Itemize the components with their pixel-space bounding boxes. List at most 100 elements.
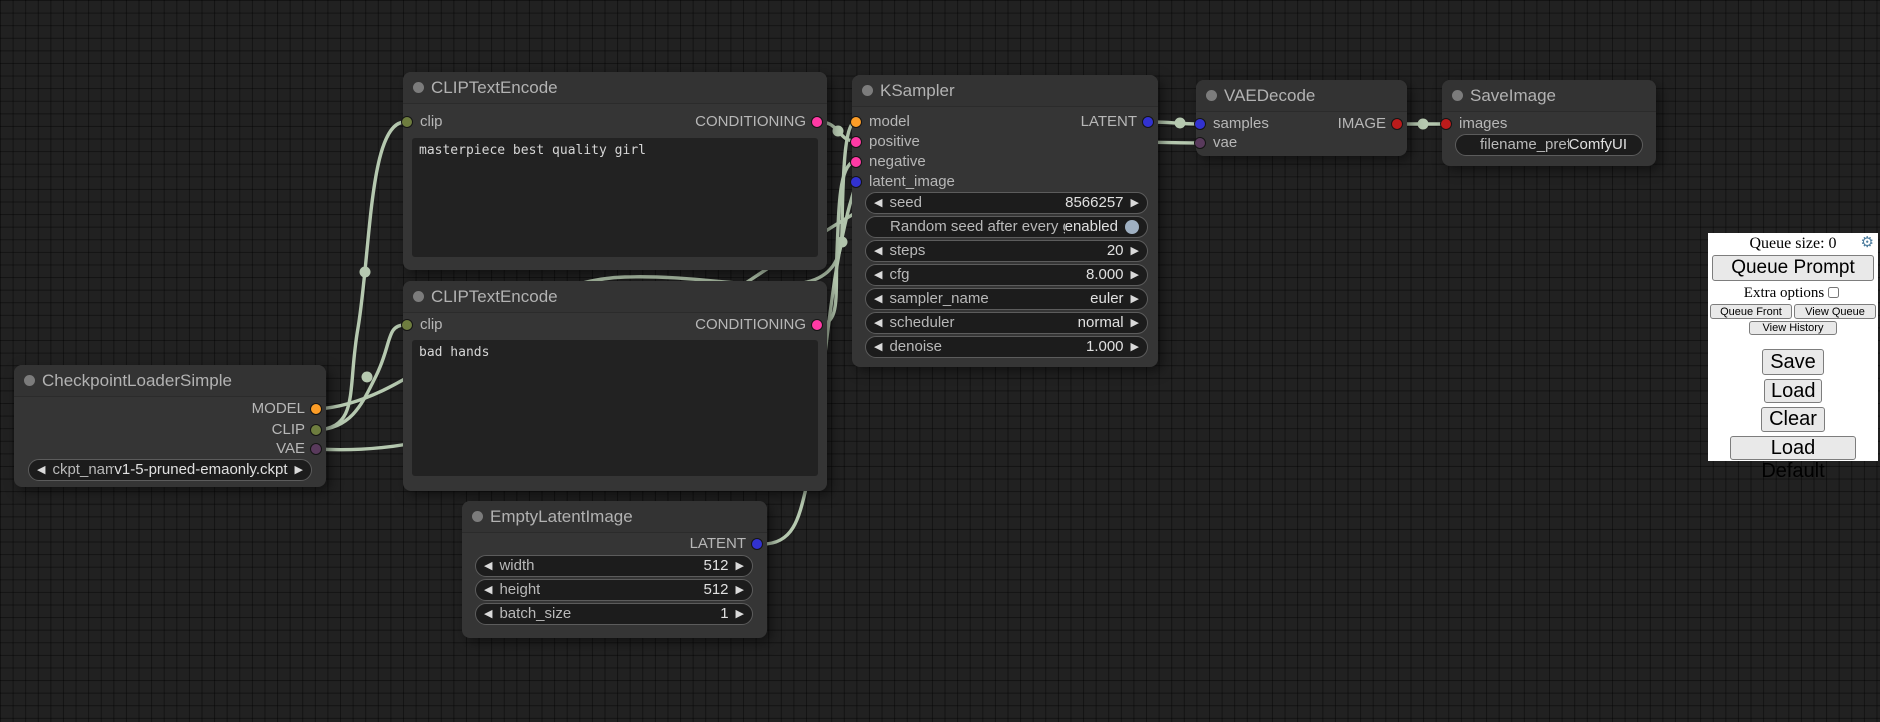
decrement-arrow-icon[interactable]: ◀ [874, 313, 882, 333]
node-title: CLIPTextEncode [431, 78, 558, 97]
input-slot-positive[interactable]: positive [852, 134, 1158, 150]
node-collapse-dot-icon[interactable] [1452, 90, 1463, 101]
node-title: VAEDecode [1224, 86, 1315, 105]
node-save-image[interactable]: SaveImage images filename_prefix ComfyUI [1442, 80, 1656, 166]
port-conditioning-icon[interactable] [811, 319, 823, 331]
link-clip-to-positive-prompt [317, 122, 405, 430]
decrement-arrow-icon[interactable]: ◀ [874, 241, 882, 261]
port-conditioning-icon[interactable] [811, 116, 823, 128]
increment-arrow-icon[interactable]: ▶ [736, 556, 744, 576]
widget-sampler-name[interactable]: ◀ sampler_name euler ▶ [865, 288, 1148, 310]
output-slot-conditioning[interactable]: CONDITIONING [403, 317, 827, 333]
node-title-bar[interactable]: VAEDecode [1196, 80, 1407, 112]
node-vae-decode[interactable]: VAEDecode samples vae IMAGE [1196, 80, 1407, 156]
port-vae-icon[interactable] [1194, 137, 1206, 149]
queue-menu-panel: Queue size: 0 ⚙ Queue Prompt Extra optio… [1708, 233, 1878, 461]
node-collapse-dot-icon[interactable] [413, 291, 424, 302]
port-vae-icon[interactable] [310, 443, 322, 455]
view-history-button[interactable]: View History [1749, 321, 1837, 335]
increment-arrow-icon[interactable]: ▶ [1131, 337, 1139, 357]
decrement-arrow-icon[interactable]: ◀ [484, 556, 492, 576]
node-title: KSampler [880, 81, 955, 100]
node-collapse-dot-icon[interactable] [1206, 90, 1217, 101]
widget-cfg[interactable]: ◀ cfg 8.000 ▶ [865, 264, 1148, 286]
link-clip-to-negative-prompt [317, 325, 405, 430]
node-collapse-dot-icon[interactable] [24, 375, 35, 386]
port-latent-icon[interactable] [1142, 116, 1154, 128]
increment-arrow-icon[interactable]: ▶ [295, 460, 303, 480]
widget-filename-prefix[interactable]: filename_prefix ComfyUI [1455, 134, 1643, 156]
port-conditioning-icon[interactable] [850, 156, 862, 168]
increment-arrow-icon[interactable]: ▶ [1131, 289, 1139, 309]
output-slot-vae[interactable]: VAE [14, 441, 326, 457]
decrement-arrow-icon[interactable]: ◀ [874, 289, 882, 309]
widget-random-seed-toggle[interactable]: Random seed after every gen enabled [865, 216, 1148, 238]
node-collapse-dot-icon[interactable] [862, 85, 873, 96]
decrement-arrow-icon[interactable]: ◀ [874, 337, 882, 357]
load-button[interactable]: Load [1764, 379, 1822, 403]
decrement-arrow-icon[interactable]: ◀ [37, 460, 45, 480]
node-empty-latent-image[interactable]: EmptyLatentImage LATENT ◀ width 512 ▶ ◀ … [462, 501, 767, 638]
node-checkpoint-loader[interactable]: CheckpointLoaderSimple MODEL CLIP VAE ◀ … [14, 365, 326, 487]
output-slot-clip[interactable]: CLIP [14, 422, 326, 438]
widget-width[interactable]: ◀ width 512 ▶ [475, 555, 753, 577]
increment-arrow-icon[interactable]: ▶ [1131, 313, 1139, 333]
increment-arrow-icon[interactable]: ▶ [736, 580, 744, 600]
port-image-icon[interactable] [1391, 118, 1403, 130]
graph-canvas[interactable]: CheckpointLoaderSimple MODEL CLIP VAE ◀ … [0, 0, 1880, 722]
node-title-bar[interactable]: EmptyLatentImage [462, 501, 767, 533]
node-title-bar[interactable]: CLIPTextEncode [403, 281, 827, 313]
node-collapse-dot-icon[interactable] [413, 82, 424, 93]
view-queue-button[interactable]: View Queue [1794, 304, 1876, 319]
node-clip-text-encode-positive[interactable]: CLIPTextEncode clip CONDITIONING masterp… [403, 72, 827, 270]
clear-button[interactable]: Clear [1761, 407, 1825, 432]
node-collapse-dot-icon[interactable] [472, 511, 483, 522]
input-slot-negative[interactable]: negative [852, 154, 1158, 170]
port-model-icon[interactable] [310, 403, 322, 415]
negative-prompt-textarea[interactable]: bad hands [412, 340, 818, 476]
input-slot-images[interactable]: images [1442, 116, 1656, 132]
settings-gear-icon[interactable]: ⚙ [1861, 235, 1874, 250]
node-title-bar[interactable]: SaveImage [1442, 80, 1656, 112]
widget-height[interactable]: ◀ height 512 ▶ [475, 579, 753, 601]
node-title-bar[interactable]: CheckpointLoaderSimple [14, 365, 326, 397]
queue-buttons-row: Queue Front View Queue [1710, 304, 1876, 319]
positive-prompt-textarea[interactable]: masterpiece best quality girl [412, 138, 818, 257]
widget-seed[interactable]: ◀ seed 8566257 ▶ [865, 192, 1148, 214]
port-latent-icon[interactable] [751, 538, 763, 550]
output-slot-image[interactable]: IMAGE [1196, 116, 1407, 132]
node-ksampler[interactable]: KSampler model positive negative latent_… [852, 75, 1158, 367]
output-slot-latent[interactable]: LATENT [852, 114, 1158, 130]
input-slot-vae[interactable]: vae [1196, 135, 1407, 151]
save-button[interactable]: Save [1762, 349, 1824, 375]
output-slot-latent[interactable]: LATENT [462, 536, 767, 552]
queue-front-button[interactable]: Queue Front [1710, 304, 1792, 319]
widget-steps[interactable]: ◀ steps 20 ▶ [865, 240, 1148, 262]
decrement-arrow-icon[interactable]: ◀ [874, 193, 882, 213]
extra-options-checkbox[interactable] [1828, 287, 1839, 298]
widget-scheduler[interactable]: ◀ scheduler normal ▶ [865, 312, 1148, 334]
increment-arrow-icon[interactable]: ▶ [736, 604, 744, 624]
port-image-icon[interactable] [1440, 118, 1452, 130]
output-slot-conditioning[interactable]: CONDITIONING [403, 114, 827, 130]
widget-batch-size[interactable]: ◀ batch_size 1 ▶ [475, 603, 753, 625]
node-clip-text-encode-negative[interactable]: CLIPTextEncode clip CONDITIONING bad han… [403, 281, 827, 491]
decrement-arrow-icon[interactable]: ◀ [484, 604, 492, 624]
node-title-bar[interactable]: KSampler [852, 75, 1158, 107]
output-slot-model[interactable]: MODEL [14, 401, 326, 417]
port-conditioning-icon[interactable] [850, 136, 862, 148]
port-latent-icon[interactable] [850, 176, 862, 188]
port-clip-icon[interactable] [310, 424, 322, 436]
widget-denoise[interactable]: ◀ denoise 1.000 ▶ [865, 336, 1148, 358]
decrement-arrow-icon[interactable]: ◀ [874, 265, 882, 285]
increment-arrow-icon[interactable]: ▶ [1131, 265, 1139, 285]
input-slot-latent-image[interactable]: latent_image [852, 174, 1158, 190]
queue-prompt-button[interactable]: Queue Prompt [1712, 255, 1874, 281]
widget-ckpt-name[interactable]: ◀ ckpt_name v1-5-pruned-emaonly.ckpt ▶ [28, 459, 312, 481]
increment-arrow-icon[interactable]: ▶ [1131, 193, 1139, 213]
toggle-knob-icon[interactable] [1125, 220, 1139, 234]
decrement-arrow-icon[interactable]: ◀ [484, 580, 492, 600]
load-default-button[interactable]: Load Default [1730, 436, 1856, 460]
node-title-bar[interactable]: CLIPTextEncode [403, 72, 827, 104]
increment-arrow-icon[interactable]: ▶ [1131, 241, 1139, 261]
